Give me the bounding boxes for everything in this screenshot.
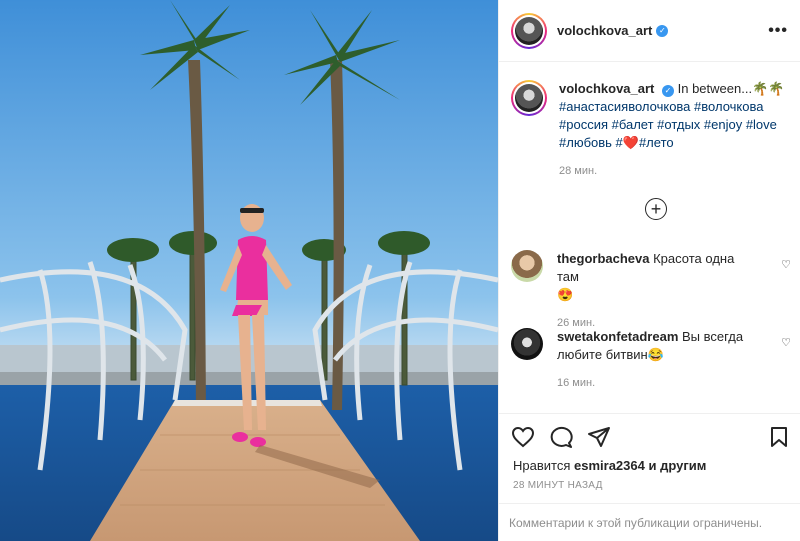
post-actions: Нравится esmira2364 и другим 28 МИНУТ НА… [499, 413, 800, 541]
commenter-avatar[interactable] [511, 328, 543, 360]
avatar-image [515, 16, 543, 45]
load-more-comments-icon[interactable]: + [645, 198, 667, 220]
like-comment-heart-icon[interactable]: ♡ [781, 336, 791, 349]
comment: swetakonfetadream Вы всегда любите битви… [511, 328, 791, 392]
verified-badge-icon: ✓ [656, 24, 669, 37]
likes-prefix: Нравится [513, 458, 571, 473]
liker-username[interactable]: esmira2364 [574, 458, 645, 473]
comment-time[interactable]: 16 мин. [557, 374, 757, 392]
commenter-avatar[interactable] [511, 250, 543, 282]
post-photo-image [0, 0, 498, 541]
comment-body: swetakonfetadream Вы всегда любите битви… [557, 328, 757, 392]
post-header: volochkova_art ✓ ••• [499, 0, 800, 62]
posted-time[interactable]: 28 МИНУТ НАЗАД [513, 480, 603, 491]
comment: thegorbacheva Красота одна там 😍 26 мин.… [511, 250, 791, 332]
post-side-panel: volochkova_art ✓ ••• volochkova_art ✓ In… [498, 0, 800, 541]
caption-avatar[interactable] [511, 80, 547, 116]
action-icons [511, 426, 611, 448]
comment-emoji: 😍 [557, 287, 574, 302]
avatar[interactable] [511, 12, 547, 49]
verified-badge-icon: ✓ [662, 85, 674, 97]
comment-emoji: 😂 [647, 347, 664, 362]
heart-emoji: ❤️ [622, 135, 639, 150]
hashtags-line-2[interactable]: #россия #балет #отдых #enjoy #love [559, 117, 777, 132]
instagram-post-view: volochkova_art ✓ ••• volochkova_art ✓ In… [0, 0, 800, 541]
hashtag-leto[interactable]: #лето [639, 135, 674, 150]
caption: volochkova_art ✓ In between...🌴🌴 #анаста… [499, 62, 800, 180]
likes-others[interactable]: и другим [648, 458, 706, 473]
comment-bubble-icon[interactable] [549, 426, 573, 448]
like-heart-icon[interactable] [511, 426, 535, 448]
post-author-username[interactable]: volochkova_art [557, 23, 652, 38]
likes-summary: Нравится esmira2364 и другим [513, 458, 706, 473]
hashtags-line-3[interactable]: #любовь # [559, 135, 623, 150]
comment-body: thegorbacheva Красота одна там 😍 26 мин. [557, 250, 757, 332]
save-bookmark-icon[interactable] [769, 426, 789, 448]
comments-restricted-notice: Комментарии к этой публикации ограничены… [499, 503, 800, 541]
palm-emoji: 🌴🌴 [752, 81, 785, 96]
caption-username[interactable]: volochkova_art [559, 81, 654, 96]
comment-username[interactable]: thegorbacheva [557, 251, 649, 266]
like-comment-heart-icon[interactable]: ♡ [781, 258, 791, 271]
caption-body: In between... [677, 81, 753, 96]
post-photo[interactable] [0, 0, 498, 541]
caption-text: volochkova_art ✓ In between...🌴🌴 #анаста… [559, 80, 788, 180]
more-options-icon[interactable]: ••• [768, 22, 788, 40]
caption-time[interactable]: 28 мин. [559, 162, 788, 180]
share-send-icon[interactable] [587, 426, 611, 448]
comment-username[interactable]: swetakonfetadream [557, 329, 678, 344]
hashtags-line-1[interactable]: #анастасияволочкова #волочкова [559, 99, 763, 114]
